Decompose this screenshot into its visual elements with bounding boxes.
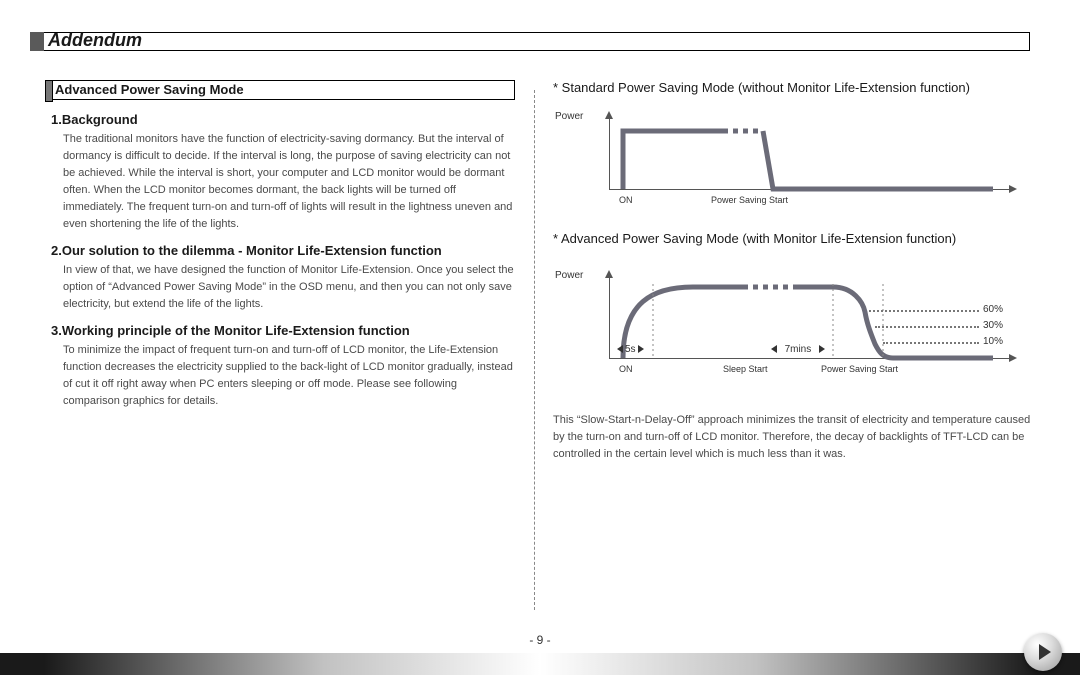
heading-principle: 3.Working principle of the Monitor Life-… [51, 323, 515, 338]
section-banner: Advanced Power Saving Mode [45, 80, 515, 100]
triangle-left-icon [617, 345, 623, 353]
range-7mins: 7mins [771, 344, 825, 355]
chart2-tick-pss: Power Saving Start [821, 364, 898, 374]
chart-standard: Power ON Power Saving Start [553, 101, 1023, 211]
chart1-title: * Standard Power Saving Mode (without Mo… [553, 80, 1035, 95]
triangle-right-icon [819, 345, 825, 353]
column-divider [534, 90, 535, 610]
pct-60: 60% [983, 304, 1003, 315]
heading-background: 1.Background [51, 112, 515, 127]
chart1-tick-pss: Power Saving Start [711, 195, 788, 205]
pct-line-60 [869, 310, 979, 312]
range-5s-label: 5s [625, 344, 636, 355]
footer-gradient [0, 653, 1080, 675]
header-accent [30, 32, 44, 51]
page: Addendum Advanced Power Saving Mode 1.Ba… [0, 0, 1080, 675]
page-title: Addendum [48, 30, 142, 51]
chart-advanced: Power 60% 30% 10% [553, 252, 1023, 392]
range-5s: 5s [617, 344, 644, 355]
triangle-left-icon [771, 345, 777, 353]
header-rule [30, 32, 1030, 51]
heading-solution: 2.Our solution to the dilemma - Monitor … [51, 243, 515, 258]
range-7mins-label: 7mins [785, 344, 812, 355]
pct-line-30 [875, 326, 979, 328]
text-principle: To minimize the impact of frequent turn-… [63, 342, 515, 410]
pct-line-10 [883, 342, 979, 344]
chart1-tick-on: ON [619, 195, 633, 205]
left-column: Advanced Power Saving Mode 1.Background … [45, 80, 515, 416]
pct-10: 10% [983, 336, 1003, 347]
text-solution: In view of that, we have designed the fu… [63, 262, 515, 313]
content-columns: Advanced Power Saving Mode 1.Background … [45, 80, 1035, 620]
triangle-right-icon [638, 345, 644, 353]
chart2-title: * Advanced Power Saving Mode (with Monit… [553, 231, 1035, 246]
chart2-tick-sleep: Sleep Start [723, 364, 768, 374]
text-background: The traditional monitors have the functi… [63, 131, 515, 233]
arrow-right-icon [1039, 644, 1051, 660]
chart2-tick-on: ON [619, 364, 633, 374]
next-page-button[interactable] [1024, 633, 1062, 671]
pct-30: 30% [983, 320, 1003, 331]
right-column: * Standard Power Saving Mode (without Mo… [553, 80, 1035, 463]
text-explanation: This “Slow-Start-n-Delay-Off” approach m… [553, 412, 1035, 463]
page-number: - 9 - [0, 633, 1080, 647]
